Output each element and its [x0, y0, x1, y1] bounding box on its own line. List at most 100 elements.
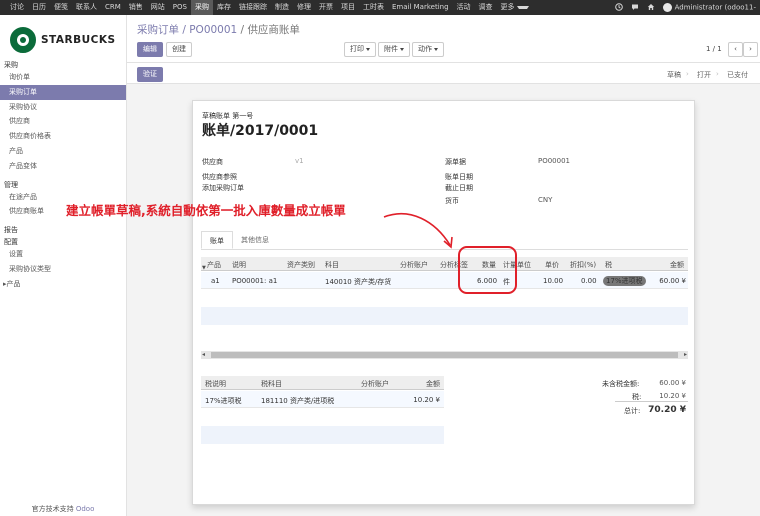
pager-previous-button[interactable]: ‹: [728, 42, 743, 57]
col-tax-account[interactable]: 税科目: [261, 379, 282, 389]
avatar: [662, 3, 672, 12]
menu-repair[interactable]: 修理: [293, 0, 315, 15]
edit-button[interactable]: 编辑: [137, 42, 163, 57]
home-icon[interactable]: [643, 3, 659, 13]
add-po-field[interactable]: [295, 183, 425, 191]
sidebar-item-config-products[interactable]: ▸产品: [0, 277, 126, 292]
breadcrumb: 采购订单 / PO00001 / 供应商账单: [137, 22, 300, 37]
sidebar-section-config[interactable]: 配置: [0, 235, 126, 247]
user-name: Administrator (odoo11-: [674, 3, 756, 12]
bill-date-field[interactable]: [538, 172, 668, 180]
status-draft[interactable]: 草稿: [659, 70, 689, 80]
menu-sales[interactable]: 销售: [125, 0, 147, 15]
menu-survey[interactable]: 调查: [475, 0, 497, 15]
print-label: 打印: [350, 45, 364, 53]
menu-more-label: 更多: [500, 3, 515, 11]
tab-other-info[interactable]: 其他信息: [233, 231, 277, 249]
due-date-label: 截止日期: [445, 184, 473, 192]
menu-crm[interactable]: CRM: [101, 0, 125, 15]
sidebar-item-products[interactable]: 产品: [0, 144, 126, 159]
sort-down-icon: ▼: [202, 265, 206, 271]
sidebar-item-settings[interactable]: 设置: [0, 247, 126, 262]
tax-badge: 17%进项税: [603, 276, 646, 286]
source-doc-label: 源单据: [445, 158, 466, 166]
sidebar-item-purchase-orders[interactable]: 采购订单: [0, 84, 126, 100]
scrollbar-thumb[interactable]: [211, 352, 678, 358]
due-date-field[interactable]: [538, 183, 668, 191]
line-discount: 0.00: [581, 277, 597, 285]
menu-timesheet[interactable]: 工时表: [359, 0, 388, 15]
breadcrumb-purchase-orders[interactable]: 采购订单: [137, 24, 179, 36]
menu-contacts[interactable]: 联系人: [72, 0, 101, 15]
action-dropdown[interactable]: 动作: [412, 42, 444, 57]
untaxed-label: 未含税金额:: [602, 380, 640, 388]
user-menu[interactable]: Administrator (odoo11-: [659, 3, 760, 12]
table-row[interactable]: a1 PO00001: a1 140010 资产类/存货 6.000 件 10.…: [201, 272, 688, 289]
col-tax-amount[interactable]: 金额: [426, 379, 440, 389]
col-unit-price[interactable]: 单价: [545, 260, 559, 270]
status-paid[interactable]: 已支付: [716, 70, 756, 80]
menu-invoicing[interactable]: 开票: [315, 0, 337, 15]
menu-manufacturing[interactable]: 制造: [271, 0, 293, 15]
menu-inventory[interactable]: 库存: [213, 0, 235, 15]
action-label: 动作: [418, 45, 432, 53]
menu-pos[interactable]: POS: [169, 0, 191, 15]
menu-website[interactable]: 网站: [147, 0, 169, 15]
breadcrumb-po[interactable]: PO00001: [189, 24, 237, 36]
sidebar-item-pricelists[interactable]: 供应商价格表: [0, 129, 126, 144]
col-taxes[interactable]: 税: [605, 260, 612, 270]
tax-lines-header: 税说明 税科目 分析账户 金额: [201, 376, 444, 390]
chat-icon[interactable]: [627, 3, 643, 13]
menu-events[interactable]: 活动: [453, 0, 475, 15]
col-product[interactable]: 产品: [207, 260, 221, 270]
create-button[interactable]: 创建: [166, 42, 192, 57]
currency-field[interactable]: CNY: [538, 196, 552, 204]
horizontal-scrollbar[interactable]: ◂ ▸: [201, 351, 688, 359]
breadcrumb-current: 供应商账单: [247, 24, 300, 36]
menu-discuss[interactable]: 讨论: [6, 0, 28, 15]
grand-total-label: 总计:: [624, 407, 641, 415]
menu-notes[interactable]: 便笺: [50, 0, 72, 15]
pager-next-button[interactable]: ›: [743, 42, 758, 57]
attachment-dropdown[interactable]: 附件: [378, 42, 410, 57]
menu-purchase[interactable]: 采购: [190, 0, 213, 15]
sidebar-item-variants[interactable]: 产品变体: [0, 159, 126, 174]
col-analytic-account[interactable]: 分析账户: [400, 260, 428, 270]
sidebar-item-vendors[interactable]: 供应商: [0, 114, 126, 129]
col-asset-category[interactable]: 资产类别: [287, 260, 315, 270]
menu-project[interactable]: 项目: [337, 0, 359, 15]
vendor-ref-field[interactable]: [295, 172, 425, 180]
sidebar-section-reports[interactable]: 报告: [0, 223, 126, 235]
validate-button[interactable]: 验证: [137, 67, 163, 82]
print-dropdown[interactable]: 打印: [344, 42, 376, 57]
form-sheet: 草稿账单 第一号 账单/2017/0001 供应商 v1 供应商参照 添加采购订…: [192, 100, 695, 505]
col-tax-analytic[interactable]: 分析账户: [361, 379, 389, 389]
line-description: PO00001: a1: [232, 277, 278, 285]
table-row[interactable]: 17%进项税 181110 资产类/进项税 10.20 ¥: [201, 391, 444, 408]
add-tax-row[interactable]: [201, 426, 444, 444]
menu-link-tracker[interactable]: 链接跟踪: [235, 0, 271, 15]
odoo-link[interactable]: Odoo: [76, 505, 95, 513]
status-open[interactable]: 打开: [686, 70, 719, 80]
sidebar-section-purchase[interactable]: 采购: [0, 58, 126, 70]
sidebar-section-manage[interactable]: 管理: [0, 178, 126, 190]
menu-calendar[interactable]: 日历: [28, 0, 50, 15]
sidebar-item-agreement-types[interactable]: 采购协议类型: [0, 262, 126, 277]
vendor-field[interactable]: v1: [295, 157, 304, 165]
add-line-row[interactable]: [201, 307, 688, 325]
scroll-right-icon[interactable]: ▸: [684, 351, 687, 359]
col-account[interactable]: 科目: [325, 260, 339, 270]
line-product: a1: [211, 277, 220, 285]
col-discount[interactable]: 折扣(%): [570, 260, 596, 270]
col-amount[interactable]: 金额: [670, 260, 684, 270]
scroll-left-icon[interactable]: ◂: [202, 351, 205, 359]
line-unit-price: 10.00: [543, 277, 564, 285]
col-tax-description[interactable]: 税说明: [205, 379, 226, 389]
col-description[interactable]: 说明: [232, 260, 246, 270]
sidebar-item-agreements[interactable]: 采购协议: [0, 100, 126, 115]
tab-bill[interactable]: 账单: [201, 231, 233, 249]
sidebar-item-rfq[interactable]: 询价单: [0, 70, 126, 85]
clock-icon[interactable]: [611, 2, 627, 13]
menu-email-marketing[interactable]: Email Marketing: [388, 0, 453, 15]
menu-more[interactable]: 更多: [497, 0, 533, 15]
